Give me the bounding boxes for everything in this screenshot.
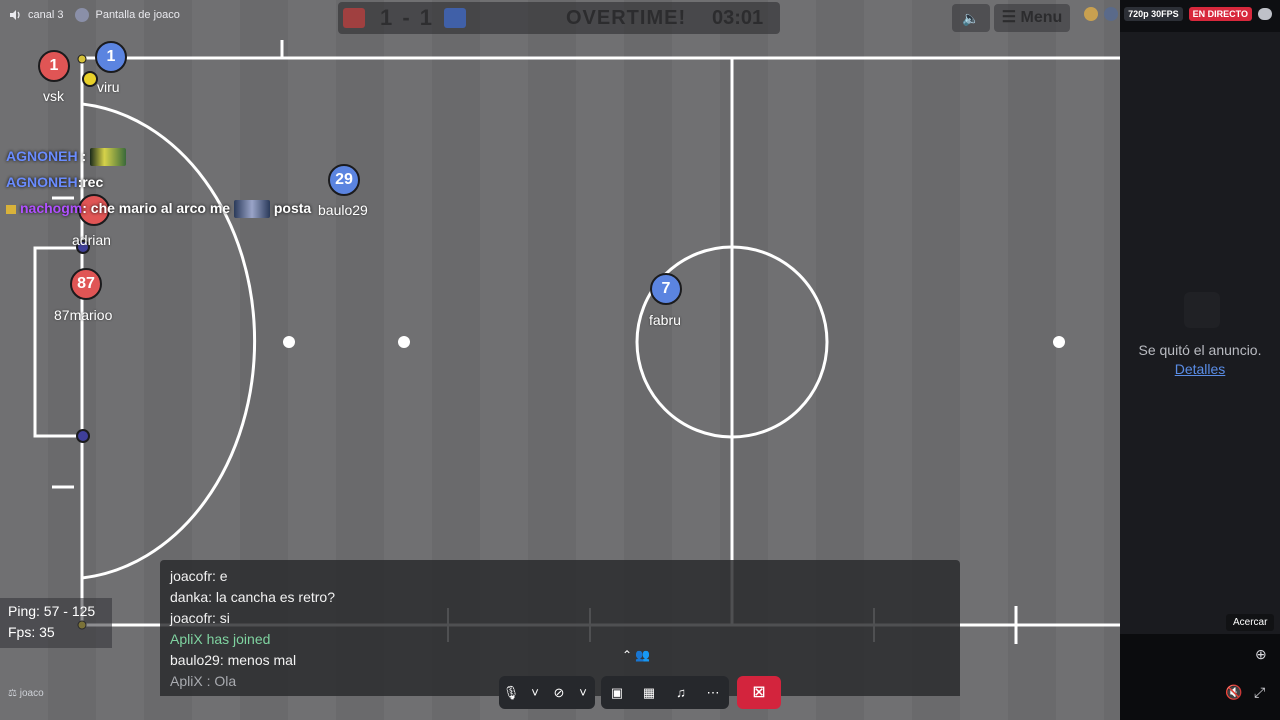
- player-number: 1: [38, 50, 70, 82]
- penalty-spot: [283, 336, 295, 348]
- player-number: 1: [95, 41, 127, 73]
- viewer-avatar: [1084, 7, 1099, 21]
- match-status: OVERTIME!: [566, 7, 687, 29]
- penalty-arc: [81, 102, 257, 580]
- crown-icon: [6, 204, 16, 214]
- emote-image: [233, 200, 270, 219]
- spot-marker: [1053, 336, 1065, 348]
- player-name: vsk: [43, 88, 64, 104]
- expand-controls-icon[interactable]: ⌃ 👥: [622, 648, 650, 662]
- overlay-chat-line: AGNONEH:rec: [6, 174, 103, 190]
- match-timer: 03:01: [712, 7, 764, 29]
- zoom-tooltip: Acercar: [1226, 614, 1275, 631]
- side-panel: [1120, 32, 1280, 634]
- player-number: 87: [70, 268, 102, 300]
- ad-details-link[interactable]: Detalles: [1120, 361, 1280, 377]
- chat-username: AGNONEH: [6, 148, 78, 164]
- chat-line: danka: la cancha es retro?: [170, 589, 335, 605]
- player-name: viru: [97, 79, 120, 95]
- player-name: baulo29: [318, 202, 368, 218]
- ping-readout: Ping: 57 - 125: [8, 603, 96, 619]
- chat-message: :rec: [77, 174, 104, 190]
- goal-post: [76, 429, 90, 443]
- end-stream-button[interactable]: ☒: [737, 676, 781, 709]
- channel-info: canal 3 Pantalla de joaco: [8, 8, 180, 22]
- player-name: fabru: [649, 312, 681, 328]
- live-badge: EN DIRECTO: [1188, 7, 1252, 21]
- end-stream-icon: ☒: [752, 684, 766, 700]
- screen-name[interactable]: Pantalla de joaco: [95, 9, 179, 21]
- chat-line: joacofr: si: [170, 610, 230, 626]
- overlay-chat-line: nachogm: che mario al arco me posta: [6, 200, 312, 219]
- mute-icon[interactable]: 🔇: [1225, 684, 1242, 701]
- score: 1 - 1: [380, 5, 435, 30]
- chat-username: nachogm: [20, 200, 83, 216]
- player-number: 7: [650, 273, 682, 305]
- player-name: 87marioo: [54, 307, 113, 323]
- chat-message-suffix: posta: [273, 200, 312, 216]
- player-name: adrian: [72, 232, 111, 248]
- soundboard-icon[interactable]: ♫: [669, 685, 693, 700]
- game-volume-button[interactable]: 🔈: [952, 4, 990, 32]
- exit-fullscreen-icon[interactable]: ⤢: [1254, 684, 1265, 701]
- stream-topbar: canal 3 Pantalla de joaco 1 - 1 OVERTIME…: [0, 0, 1280, 34]
- stream-status: 720p 30FPS EN DIRECTO: [1084, 7, 1272, 21]
- channel-name[interactable]: canal 3: [28, 9, 63, 21]
- blue-team-color: [444, 8, 466, 28]
- screen-share-icon: [75, 8, 90, 22]
- emote-image: [90, 148, 127, 167]
- chat-username: AGNONEH: [6, 174, 78, 190]
- screen-share-icon[interactable]: ▣: [605, 685, 629, 701]
- quality-badge: 720p 30FPS: [1124, 7, 1183, 21]
- user-tag: ⚖ joaco: [8, 688, 44, 699]
- camera-off-icon[interactable]: ⊘: [547, 685, 571, 701]
- stats-panel: Ping: 57 - 125 Fps: 35: [0, 598, 112, 648]
- spot-marker: [398, 336, 410, 348]
- chat-line: ApliX has joined: [170, 631, 271, 647]
- chevron-down-icon[interactable]: ˅: [523, 685, 547, 700]
- zoom-in-icon[interactable]: ⊕: [1255, 646, 1267, 663]
- actions-group: ▣ ▦ ♫ ⋯: [601, 676, 729, 709]
- chevron-down-icon[interactable]: ˅: [571, 685, 595, 700]
- user-icon: ⚖: [8, 688, 17, 699]
- user-name: joaco: [19, 688, 44, 699]
- speaker-icon: [10, 10, 20, 20]
- corner-post: [77, 54, 87, 64]
- ball: [82, 71, 98, 87]
- microphone-icon[interactable]: 🎙: [499, 685, 523, 701]
- chat-message: : che mario al arco me: [82, 200, 231, 216]
- chat-line: baulo29: menos mal: [170, 652, 297, 668]
- ad-placeholder-icon: [1184, 292, 1220, 328]
- activities-icon[interactable]: ▦: [637, 685, 661, 701]
- chat-line: joacofr: e: [170, 568, 228, 584]
- ad-removed-text: Se quitó el anuncio.: [1138, 342, 1262, 358]
- chat-line: ApliX : Ola: [170, 673, 237, 689]
- more-icon[interactable]: ⋯: [701, 685, 725, 701]
- chat-bubble-icon[interactable]: [1258, 8, 1272, 20]
- overlay-chat-line: AGNONEH :: [6, 148, 127, 167]
- fps-readout: Fps: 35: [8, 624, 55, 640]
- game-menu-button[interactable]: ☰ Menu: [994, 4, 1070, 32]
- player-number: 29: [328, 164, 360, 196]
- mic-camera-group: 🎙 ˅ ⊘ ˅: [499, 676, 595, 709]
- viewer-avatar: [1104, 7, 1119, 21]
- red-team-color: [343, 8, 365, 28]
